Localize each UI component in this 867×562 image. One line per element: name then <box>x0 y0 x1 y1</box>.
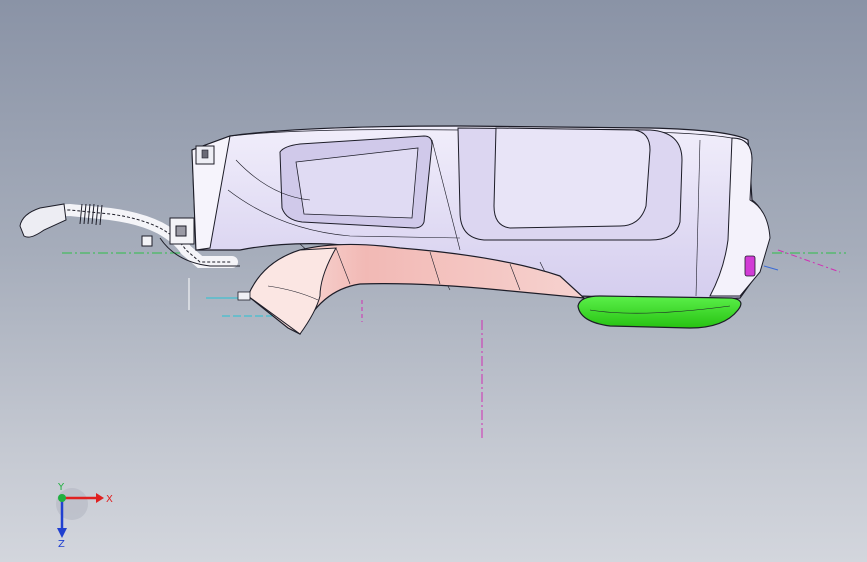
green-foot-body <box>577 295 742 329</box>
cad-model-view[interactable] <box>0 0 867 562</box>
triad-y-label: Y <box>57 482 65 493</box>
hose-nozzle <box>19 203 67 238</box>
green-foot[interactable] <box>577 295 742 329</box>
blue-short-line <box>763 265 779 271</box>
top-left-bracket-slot <box>201 149 209 159</box>
triad-y-axis <box>58 494 66 502</box>
hose-clip <box>141 235 153 247</box>
triad-z-arrow <box>57 528 67 538</box>
triad-x-arrow <box>96 493 104 503</box>
graphics-viewport[interactable]: X Y Z <box>0 0 867 562</box>
triad-x-label: X <box>106 494 113 505</box>
window-recess-right-inner <box>493 127 651 229</box>
hose-connector-port <box>175 225 187 237</box>
lower-shell-clip <box>237 291 251 301</box>
accent-button[interactable] <box>744 255 756 277</box>
coordinate-triad: X Y Z <box>56 482 113 548</box>
triad-z-label: Z <box>58 539 65 548</box>
